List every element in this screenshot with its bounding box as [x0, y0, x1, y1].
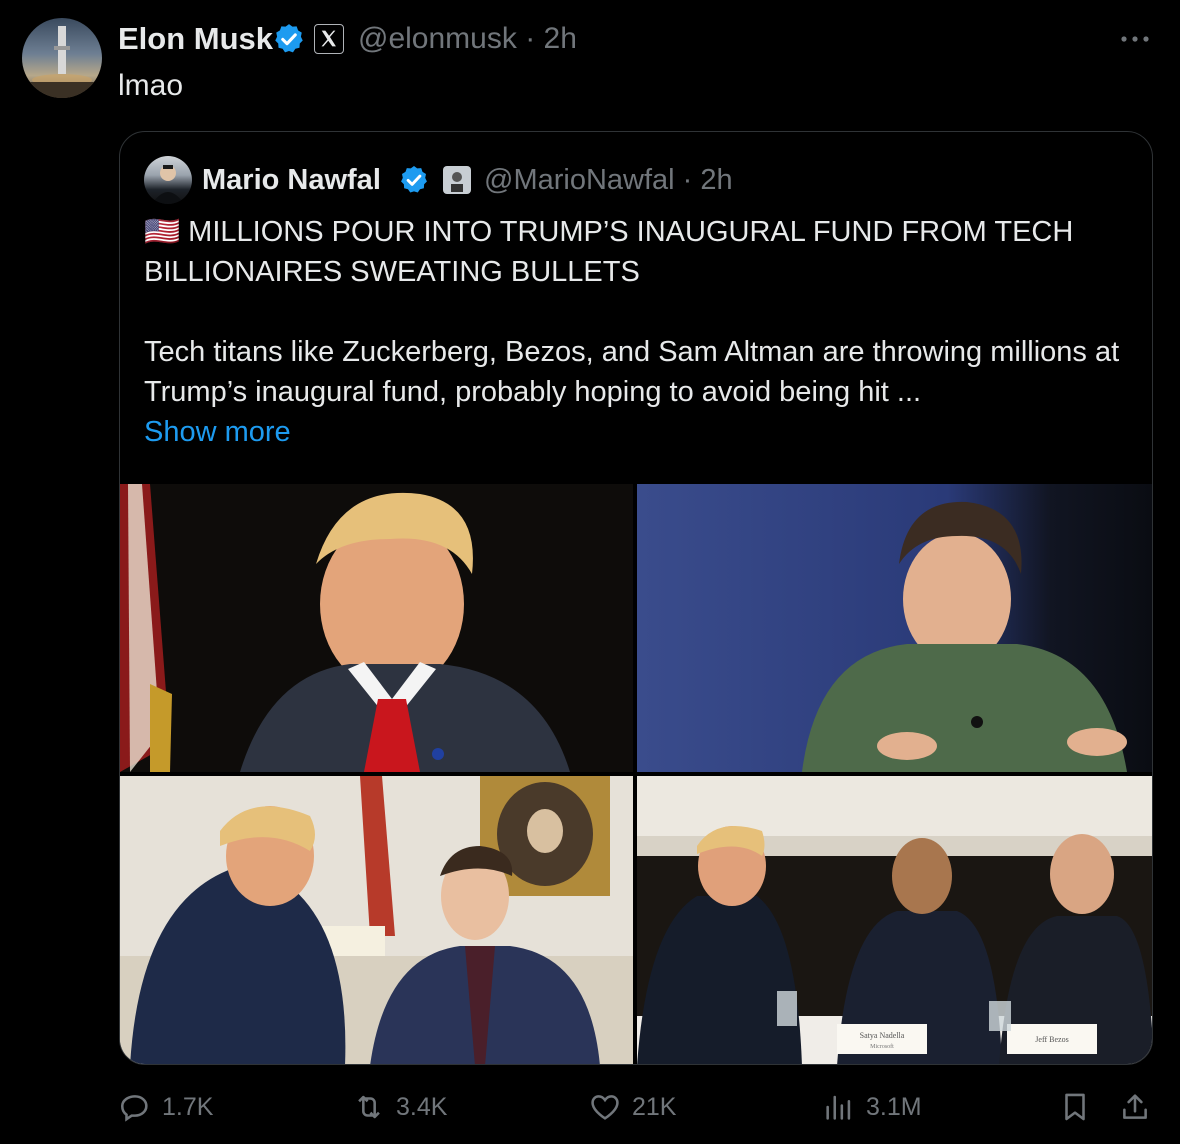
views-icon: [826, 1095, 851, 1120]
quoted-tweet[interactable]: Mario Nawfal @MarioNawfal · 2h 🇺🇸 MILLIO…: [119, 131, 1153, 1065]
verified-badge-icon: [401, 166, 427, 193]
image-grid: Satya Nadella Microsoft Jeff Bezos: [120, 484, 1152, 1064]
headline-text: MILLIONS POUR INTO TRUMP’S INAUGURAL FUN…: [144, 216, 1074, 288]
repost-button[interactable]: 3.4K: [352, 1090, 447, 1124]
image-trump-zuckerberg-handshake[interactable]: [120, 776, 633, 1064]
separator: ·: [682, 164, 693, 196]
affiliation-badge-icon: [443, 166, 471, 194]
separator: ·: [525, 22, 536, 55]
tweet-text: lmao: [118, 69, 184, 102]
repost-icon: [358, 1095, 380, 1119]
views-button[interactable]: 3.1M: [822, 1090, 922, 1124]
us-flag-icon: 🇺🇸: [144, 216, 181, 248]
author-handle-line: @elonmusk · 2h: [358, 20, 577, 58]
view-count: 3.1M: [866, 1092, 922, 1121]
like-button[interactable]: 21K: [588, 1090, 676, 1124]
bookmark-icon: [1065, 1093, 1085, 1121]
author-handle[interactable]: @elonmusk: [358, 22, 517, 55]
name-card-microsoft: Microsoft: [870, 1043, 894, 1050]
more-horizontal-icon[interactable]: [1118, 24, 1152, 54]
quote-body: Tech titans like Zuckerberg, Bezos, and …: [144, 336, 1120, 408]
share-button[interactable]: [1118, 1090, 1152, 1124]
heart-icon: [591, 1095, 619, 1120]
bookmark-button[interactable]: [1058, 1090, 1092, 1124]
like-count: 21K: [632, 1092, 677, 1121]
x-affiliation-icon: [314, 24, 344, 54]
verified-badge-icon: [275, 24, 303, 53]
quote-author-name[interactable]: Mario Nawfal: [202, 160, 381, 200]
quote-author-handle[interactable]: @MarioNawfal: [484, 164, 675, 196]
repost-count: 3.4K: [396, 1092, 448, 1121]
show-more-link[interactable]: Show more: [144, 412, 1134, 452]
quote-headline: 🇺🇸 MILLIONS POUR INTO TRUMP’S INAUGURAL …: [144, 212, 1134, 292]
image-trump-portrait[interactable]: [120, 484, 633, 772]
reply-count: 1.7K: [162, 1092, 214, 1121]
quote-time[interactable]: 2h: [700, 164, 732, 196]
image-trump-nadella-bezos-table[interactable]: Satya Nadella Microsoft Jeff Bezos: [637, 776, 1152, 1064]
quote-text: 🇺🇸 MILLIONS POUR INTO TRUMP’S INAUGURAL …: [144, 212, 1134, 452]
share-icon: [1123, 1094, 1147, 1119]
reply-icon: [120, 1095, 148, 1122]
image-altman-portrait[interactable]: [637, 484, 1152, 772]
author-name[interactable]: Elon Musk: [118, 20, 273, 58]
quote-handle-line: @MarioNawfal · 2h: [484, 160, 733, 200]
tweet-time[interactable]: 2h: [544, 22, 577, 55]
author-avatar[interactable]: [22, 18, 102, 98]
name-card-satya: Satya Nadella: [860, 1031, 905, 1040]
reply-button[interactable]: 1.7K: [118, 1090, 213, 1124]
quote-author-avatar[interactable]: [144, 156, 192, 204]
name-card-bezos: Jeff Bezos: [1035, 1035, 1068, 1044]
